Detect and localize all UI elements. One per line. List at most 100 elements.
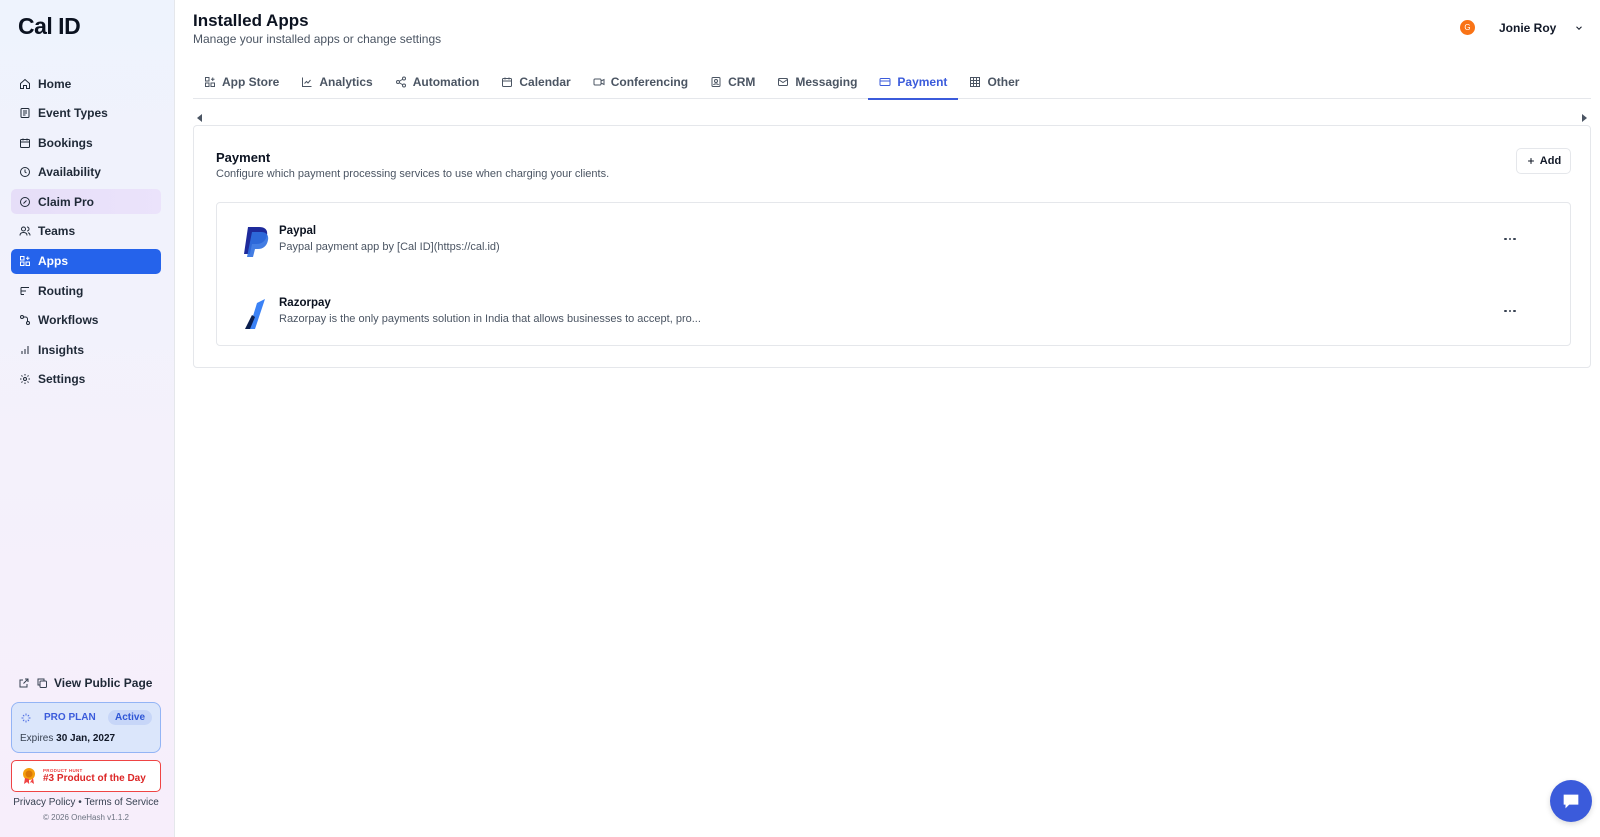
- plus-icon: [1527, 158, 1534, 164]
- view-public-page-label: View Public Page: [54, 676, 153, 690]
- sidebar-item-apps[interactable]: Apps: [11, 248, 161, 274]
- tab-label: Other: [987, 74, 1020, 89]
- payment-panel: Payment Configure which payment processi…: [193, 125, 1591, 368]
- page-subtitle: Manage your installed apps or change set…: [193, 32, 442, 46]
- routing-icon: [19, 285, 31, 297]
- avatar: G: [1460, 20, 1475, 35]
- tab-conferencing[interactable]: Conferencing: [582, 64, 699, 99]
- sidebar-item-label: Home: [38, 76, 72, 91]
- tab-payment[interactable]: Payment: [868, 64, 959, 100]
- terms-of-service-link[interactable]: Terms of Service: [84, 797, 158, 808]
- sidebar-item-claim-pro[interactable]: Claim Pro: [11, 189, 161, 215]
- tab-automation[interactable]: Automation: [384, 64, 491, 99]
- users-icon: [19, 225, 31, 237]
- sidebar: Cal ID Home Event Types Bookings Availab…: [0, 0, 175, 837]
- sidebar-item-home[interactable]: Home: [11, 71, 161, 96]
- tab-other[interactable]: Other: [958, 64, 1030, 99]
- scroll-right-arrow[interactable]: [1582, 114, 1587, 122]
- pro-plan-card[interactable]: PRO PLAN Active Expires 30 Jan, 2027: [11, 702, 161, 753]
- sidebar-item-label: Claim Pro: [38, 194, 95, 209]
- privacy-policy-link[interactable]: Privacy Policy: [13, 797, 75, 808]
- plan-expiry-date: 30 Jan, 2027: [56, 733, 116, 744]
- link-icon: [19, 107, 31, 119]
- sidebar-item-routing[interactable]: Routing: [11, 278, 161, 303]
- sidebar-item-event-types[interactable]: Event Types: [11, 101, 161, 126]
- user-menu[interactable]: G Jonie Roy: [1460, 20, 1584, 35]
- tab-label: Messaging: [795, 74, 858, 89]
- plan-status-badge: Active: [107, 710, 152, 725]
- tab-label: CRM: [728, 74, 756, 89]
- sidebar-nav: Home Event Types Bookings Availability C…: [11, 71, 161, 397]
- sidebar-item-availability[interactable]: Availability: [11, 160, 161, 185]
- sidebar-item-insights[interactable]: Insights: [11, 337, 161, 362]
- product-hunt-rank: #3 Product of the Day: [43, 773, 146, 784]
- sidebar-item-teams[interactable]: Teams: [11, 219, 161, 244]
- category-tabs: App Store Analytics Automation Calendar …: [193, 64, 1591, 100]
- bar-chart-icon: [19, 344, 31, 356]
- gear-icon: [19, 373, 31, 385]
- sidebar-item-label: Routing: [38, 283, 84, 298]
- video-icon: [593, 78, 605, 85]
- list-item[interactable]: Razorpay Razorpay is the only payments s…: [217, 285, 1570, 345]
- mail-icon: [778, 77, 789, 86]
- section-description: Configure which payment processing servi…: [216, 168, 610, 180]
- app-name: Paypal: [279, 225, 317, 237]
- medal-icon: [23, 768, 35, 784]
- app-description: Paypal payment app by [Cal ID](https://c…: [279, 241, 500, 253]
- plan-expiry: Expires 30 Jan, 2027: [20, 733, 152, 744]
- scroll-left-arrow[interactable]: [197, 114, 202, 122]
- tab-crm[interactable]: CRM: [699, 64, 766, 99]
- view-public-page-link[interactable]: View Public Page: [18, 676, 152, 690]
- line-chart-icon: [302, 77, 312, 87]
- app-name: Razorpay: [279, 297, 331, 309]
- user-name: Jonie Roy: [1499, 20, 1557, 35]
- sidebar-item-label: Teams: [38, 224, 76, 239]
- tabs-scrollbar[interactable]: [193, 111, 1591, 125]
- tab-analytics[interactable]: Analytics: [290, 64, 383, 99]
- workflow-icon: [19, 314, 31, 326]
- sidebar-item-settings[interactable]: Settings: [11, 367, 161, 392]
- chat-icon: [1563, 794, 1579, 809]
- calendar-icon: [19, 137, 31, 149]
- copyright: © 2026 OneHash v1.1.2: [43, 813, 129, 822]
- plan-name: PRO PLAN: [44, 712, 96, 723]
- credit-card-icon: [879, 77, 891, 86]
- cal-id-logo[interactable]: Cal ID: [18, 13, 81, 40]
- more-options-button[interactable]: [1499, 303, 1521, 319]
- calendar-icon: [502, 77, 513, 87]
- tab-label: Conferencing: [610, 74, 689, 89]
- sidebar-item-label: Apps: [38, 254, 68, 269]
- sparkle-icon: [21, 713, 31, 722]
- chevron-down-icon: [1576, 25, 1583, 30]
- tab-calendar[interactable]: Calendar: [490, 64, 581, 99]
- share-icon: [395, 76, 406, 87]
- clock-icon: [19, 166, 31, 178]
- sidebar-item-label: Availability: [38, 165, 101, 180]
- sidebar-item-label: Event Types: [38, 106, 108, 121]
- sidebar-item-workflows[interactable]: Workflows: [11, 308, 161, 333]
- add-button-label: Add: [1539, 155, 1562, 167]
- razorpay-logo: [245, 299, 265, 329]
- more-options-button[interactable]: [1499, 231, 1521, 247]
- copy-icon[interactable]: [36, 677, 48, 689]
- list-item[interactable]: Paypal Paypal payment app by [Cal ID](ht…: [217, 213, 1570, 273]
- chat-support-button[interactable]: [1550, 780, 1592, 822]
- paypal-logo: [244, 227, 269, 257]
- sidebar-item-label: Insights: [38, 342, 85, 357]
- grid-plus-icon: [205, 76, 215, 87]
- tab-app-store[interactable]: App Store: [193, 64, 290, 99]
- tab-messaging[interactable]: Messaging: [766, 64, 868, 99]
- product-hunt-badge[interactable]: PRODUCT HUNT #3 Product of the Day: [11, 760, 161, 792]
- grid-icon: [970, 76, 981, 87]
- legal-links: Privacy Policy • Terms of Service: [11, 797, 161, 808]
- legal-separator: •: [78, 797, 82, 808]
- sidebar-item-label: Bookings: [38, 135, 93, 150]
- add-button[interactable]: Add: [1516, 148, 1571, 174]
- sidebar-item-label: Settings: [38, 372, 86, 387]
- section-title: Payment: [216, 150, 271, 165]
- installed-app-list: Paypal Paypal payment app by [Cal ID](ht…: [216, 202, 1571, 346]
- sidebar-item-bookings[interactable]: Bookings: [11, 130, 161, 155]
- page-title: Installed Apps: [193, 11, 309, 30]
- tab-label: Payment: [897, 74, 948, 89]
- tab-label: Analytics: [319, 74, 373, 89]
